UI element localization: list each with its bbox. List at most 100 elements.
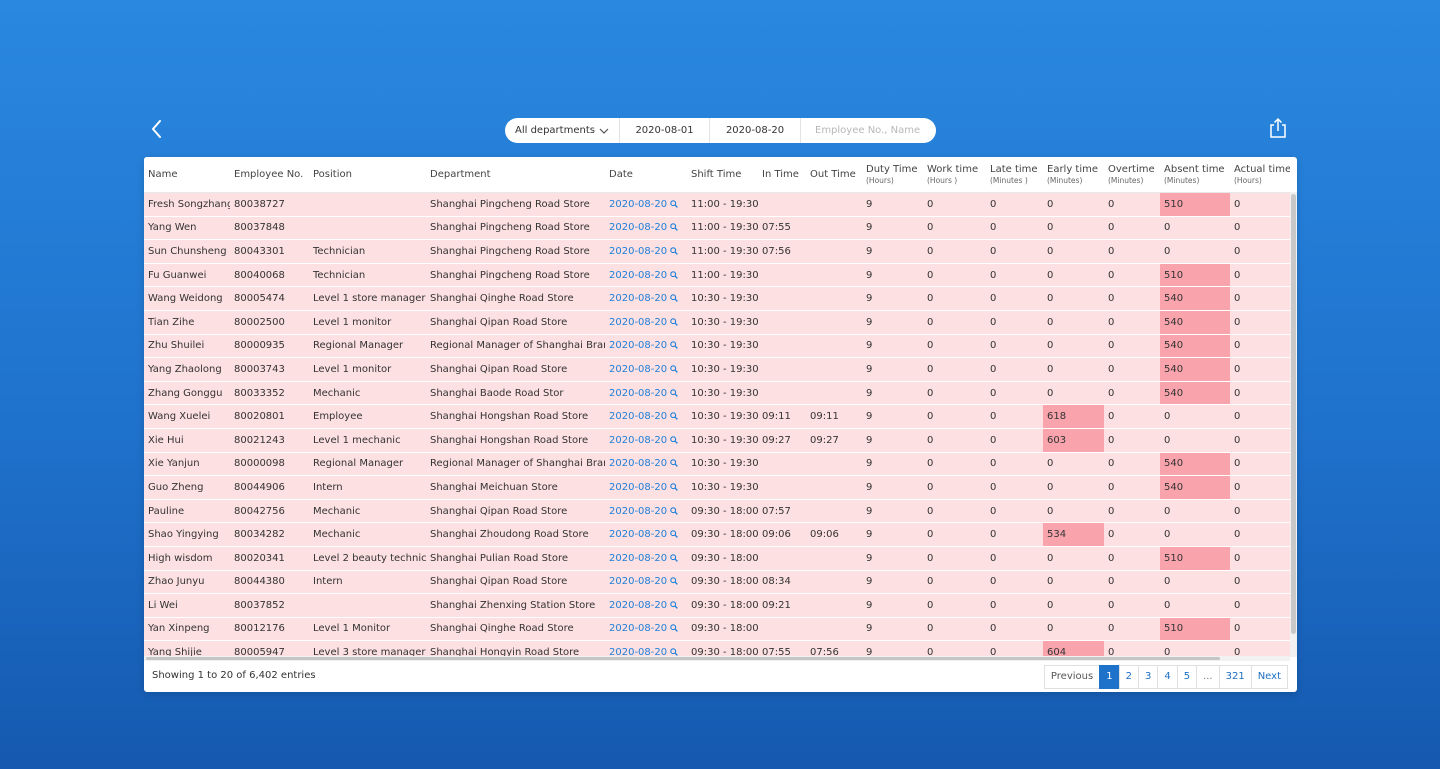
table-cell[interactable]: 2020-08-20 [605,239,687,264]
previous-page-button[interactable]: Previous [1043,665,1101,689]
date-link[interactable]: 2020-08-20 [609,553,667,564]
column-header[interactable]: Position [309,157,426,193]
search-icon[interactable] [670,506,678,515]
search-icon[interactable] [670,294,678,302]
search-icon[interactable] [670,459,678,468]
table-cell[interactable]: 2020-08-20 [605,593,687,618]
date-link[interactable]: 2020-08-20 [609,411,667,422]
table-cell[interactable]: 2020-08-20 [605,310,687,335]
date-link[interactable]: 2020-08-20 [609,482,667,493]
back-button[interactable] [146,116,168,142]
table-row[interactable]: Xie Yanjun 80000098 Regional Manager Region… [144,452,1290,477]
column-header[interactable]: Overtime (Minutes) [1104,157,1160,193]
search-icon[interactable] [670,247,678,255]
column-header[interactable]: Early time (Minutes) [1043,157,1104,193]
search-icon[interactable] [670,341,678,350]
search-icon[interactable] [670,435,678,444]
search-icon[interactable] [670,601,678,609]
date-link[interactable]: 2020-08-20 [609,340,667,351]
table-row[interactable]: Tian Zihe 80002500 Level 1 monitor Shanghai… [144,310,1290,335]
search-icon[interactable] [670,483,678,491]
table-row[interactable]: Yang Zhaolong 80003743 Level 1 monitor Shan… [144,357,1290,382]
table-scroll-area[interactable]: Name Employee No. Position Department Date Sh… [144,157,1290,657]
department-select[interactable]: All departments [505,118,620,143]
vertical-scrollbar[interactable] [1290,192,1297,657]
table-cell[interactable]: 2020-08-20 [605,428,687,453]
search-icon[interactable] [670,624,678,633]
column-header[interactable]: Work time (Hours ) [923,157,986,193]
date-link[interactable]: 2020-08-20 [609,435,667,446]
table-row[interactable]: Zhu Shuilei 80000935 Regional Manager Regio… [144,334,1290,359]
page-button-5[interactable]: 5 [1176,665,1198,689]
page-button-3[interactable]: 3 [1137,665,1159,689]
page-button-1[interactable]: 1 [1099,665,1120,689]
table-row[interactable]: Li Wei 80037852 Shanghai Zhenxing Station … [144,593,1290,618]
table-row[interactable]: Guo Zheng 80044906 Intern Shanghai Meichuan… [144,475,1290,500]
date-link[interactable]: 2020-08-20 [609,199,667,210]
table-row[interactable]: Shao Yingying 80034282 Mechanic Shanghai Zh… [144,522,1290,547]
table-row[interactable]: Wang Weidong 80005474 Level 1 store manage… [144,286,1290,311]
table-cell[interactable]: 2020-08-20 [605,499,687,524]
horizontal-scrollbar[interactable] [144,656,1290,661]
column-header[interactable]: In Time [758,157,806,193]
column-header[interactable]: Date [605,157,687,193]
horizontal-scrollbar-thumb[interactable] [146,657,1220,660]
table-row[interactable]: Sun Chunsheng 80043301 Technician Shanghai … [144,239,1290,264]
table-cell[interactable]: 2020-08-20 [605,452,687,477]
column-header[interactable]: Name [144,157,230,193]
search-icon[interactable] [670,412,678,420]
search-icon[interactable] [670,200,678,208]
date-link[interactable]: 2020-08-20 [609,388,667,399]
page-button-4[interactable]: 4 [1157,665,1178,689]
date-link[interactable]: 2020-08-20 [609,364,667,375]
table-cell[interactable]: 2020-08-20 [605,286,687,311]
table-row[interactable]: Zhang Gonggu 80033352 Mechanic Shanghai Bao… [144,381,1290,406]
table-row[interactable]: Yang Shijie 80005947 Level 3 store manager… [144,640,1290,657]
next-page-button[interactable]: Next [1250,665,1288,689]
table-row[interactable]: Fu Guanwei 80040068 Technician Shanghai Pin… [144,263,1290,288]
date-link[interactable]: 2020-08-20 [609,576,667,587]
table-row[interactable]: High wisdom 80020341 Level 2 beauty techni… [144,546,1290,571]
column-header[interactable]: Employee No. [230,157,309,193]
search-icon[interactable] [670,365,678,373]
search-icon[interactable] [670,553,678,562]
search-icon[interactable] [670,388,678,397]
table-cell[interactable]: 2020-08-20 [605,617,687,642]
date-link[interactable]: 2020-08-20 [609,600,667,611]
search-icon[interactable] [670,530,678,538]
table-cell[interactable]: 2020-08-20 [605,640,687,657]
column-header[interactable]: Duty Time (Hours) [862,157,923,193]
page-button-2[interactable]: 2 [1118,665,1139,689]
column-header[interactable]: Absent time (Minutes) [1160,157,1230,193]
column-header[interactable]: Out Time [806,157,862,193]
table-cell[interactable]: 2020-08-20 [605,216,687,241]
search-icon[interactable] [670,318,678,326]
table-cell[interactable]: 2020-08-20 [605,192,687,217]
date-link[interactable]: 2020-08-20 [609,317,667,328]
table-cell[interactable]: 2020-08-20 [605,334,687,359]
date-link[interactable]: 2020-08-20 [609,529,667,540]
table-cell[interactable]: 2020-08-20 [605,263,687,288]
vertical-scrollbar-thumb[interactable] [1291,194,1296,634]
column-header[interactable]: Late time (Minutes ) [986,157,1043,193]
column-header[interactable]: Shift Time [687,157,758,193]
date-link[interactable]: 2020-08-20 [609,623,667,634]
search-input[interactable] [813,124,927,137]
column-header[interactable]: Department [426,157,605,193]
date-link[interactable]: 2020-08-20 [609,222,667,233]
search-icon[interactable] [670,577,678,586]
table-cell[interactable]: 2020-08-20 [605,522,687,547]
table-row[interactable]: Wang Xuelei 80020801 Employee Shanghai Hong… [144,404,1290,429]
search-icon[interactable] [670,270,678,279]
page-button-321[interactable]: 321 [1218,665,1252,689]
search-icon[interactable] [670,223,678,232]
table-row[interactable]: Yang Wen 80037848 Shanghai Pingcheng Road … [144,216,1290,241]
export-button[interactable] [1266,116,1290,140]
column-header[interactable]: Actual time (Hours) [1230,157,1290,193]
search-icon[interactable] [670,648,678,656]
table-cell[interactable]: 2020-08-20 [605,546,687,571]
table-row[interactable]: Pauline 80042756 Mechanic Shanghai Qipan Ro… [144,499,1290,524]
table-cell[interactable]: 2020-08-20 [605,475,687,500]
date-link[interactable]: 2020-08-20 [609,506,667,517]
table-cell[interactable]: 2020-08-20 [605,404,687,429]
